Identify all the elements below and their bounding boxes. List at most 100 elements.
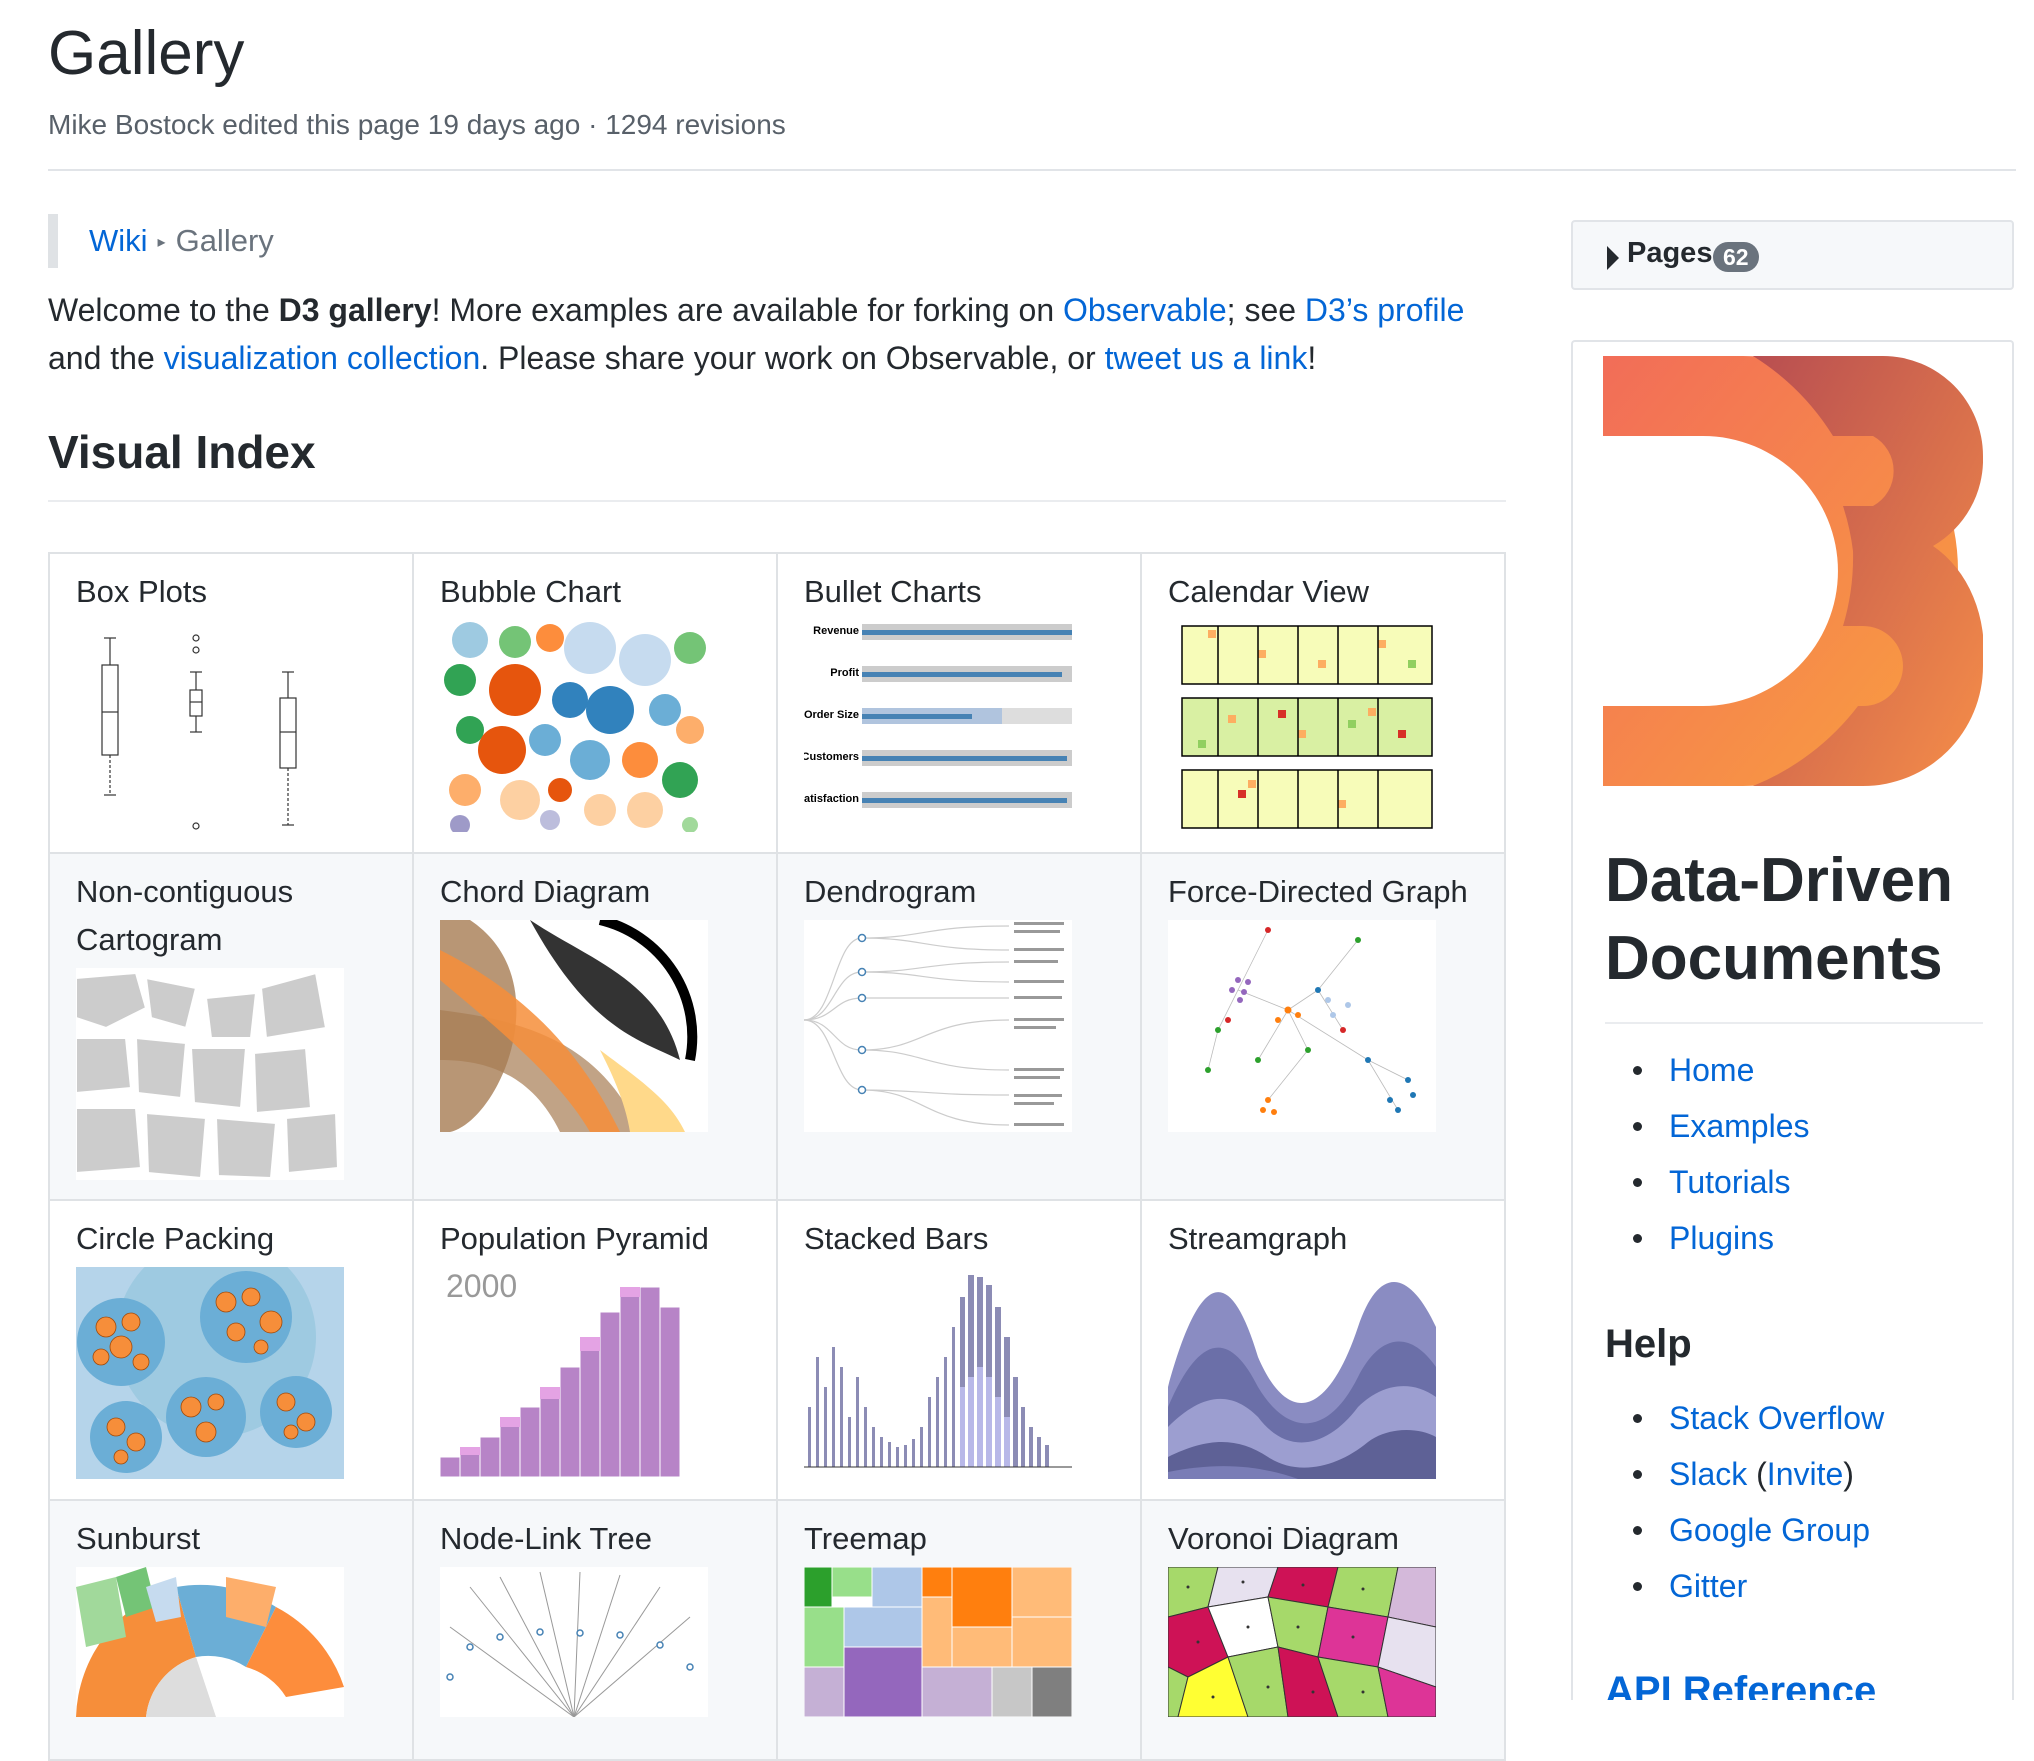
gallery-link-dendrogram[interactable]: Dendrogram	[804, 874, 976, 909]
gallery-cell: Circle Packing	[48, 1199, 414, 1501]
thumbnail-population-pyramid[interactable]: 2000	[440, 1267, 708, 1479]
gallery-cell: Calendar View	[1140, 552, 1506, 854]
slack-link[interactable]: Slack	[1669, 1456, 1747, 1492]
gallery-link-stacked-bars[interactable]: Stacked Bars	[804, 1221, 988, 1256]
page-title: Gallery	[48, 19, 245, 88]
sidebar-nav-item: Plugins	[1605, 1210, 2005, 1266]
gallery-link-box-plots[interactable]: Box Plots	[76, 574, 207, 609]
gallery-cell: Chord Diagram	[412, 852, 778, 1201]
gallery-link-node-link-tree[interactable]: Node-Link Tree	[440, 1521, 652, 1556]
pages-toggle[interactable]: Pages 62	[1571, 220, 2014, 290]
gallery-cell: Dendrogram	[776, 852, 1142, 1201]
home-link[interactable]: Home	[1669, 1052, 1754, 1088]
thumbnail-cartogram[interactable]	[76, 968, 344, 1180]
breadcrumb: Wiki ▸ Gallery	[48, 214, 1506, 268]
sidebar-brand-heading: Data-Driven Documents	[1605, 846, 1953, 993]
thumbnail-treemap[interactable]	[804, 1567, 1072, 1717]
gallery-link-force-directed-graph[interactable]: Force-Directed Graph	[1168, 874, 1468, 909]
gallery-link-voronoi-diagram[interactable]: Voronoi Diagram	[1168, 1521, 1399, 1556]
caret-right-icon	[1607, 246, 1619, 270]
intro-paragraph: Welcome to the D3 gallery! More examples…	[48, 286, 1506, 382]
gallery-cell: Stacked Bars	[776, 1199, 1142, 1501]
intro-bold: D3 gallery	[278, 292, 432, 328]
tweet-us-link[interactable]: tweet us a link	[1105, 340, 1308, 376]
pyramid-year-label: 2000	[446, 1268, 517, 1304]
bullet-label: Satisfaction	[804, 793, 859, 805]
d3-logo	[1603, 356, 1983, 786]
gallery-cell: Treemap	[776, 1499, 1142, 1761]
sidebar-divider	[1605, 1022, 1983, 1024]
pages-label: Pages	[1627, 237, 1713, 269]
invite-paren: )	[1843, 1456, 1854, 1492]
gallery-link-bullet-charts[interactable]: Bullet Charts	[804, 574, 981, 609]
gallery-cell: Streamgraph	[1140, 1199, 1506, 1501]
gallery-cell: Box Plots	[48, 552, 414, 854]
gallery-link-bubble-chart[interactable]: Bubble Chart	[440, 574, 621, 609]
gallery-cell: Population Pyramid 2000	[412, 1199, 778, 1501]
sidebar-nav-list: Home Examples Tutorials Plugins	[1605, 1042, 2005, 1266]
gallery-link-treemap[interactable]: Treemap	[804, 1521, 927, 1556]
help-list-item: Gitter	[1605, 1558, 2005, 1614]
sidebar-nav-item: Examples	[1605, 1098, 2005, 1154]
help-link-list: Stack Overflow Slack (Invite) Google Gro…	[1605, 1390, 2005, 1614]
gallery-cell: Non-contiguous Cartogram	[48, 852, 414, 1201]
wiki-page: Gallery Mike Bostock edited this page 19…	[0, 0, 2034, 1761]
intro-text: !	[1307, 340, 1317, 376]
api-reference-link[interactable]: API Reference	[1605, 1669, 1876, 1700]
thumbnail-bubble-chart[interactable]	[440, 620, 708, 832]
bullet-label: Customers	[804, 751, 859, 763]
thumbnail-voronoi-diagram[interactable]	[1168, 1567, 1436, 1717]
intro-text: ! More examples are available for forkin…	[431, 292, 1064, 328]
help-list-item: Slack (Invite)	[1605, 1446, 2005, 1502]
thumbnail-dendrogram[interactable]	[804, 920, 1072, 1132]
tutorials-link[interactable]: Tutorials	[1669, 1164, 1791, 1200]
gallery-link-chord-diagram[interactable]: Chord Diagram	[440, 874, 650, 909]
help-heading: Help	[1605, 1322, 1692, 1366]
intro-text: . Please share your work on Observable, …	[480, 340, 1105, 376]
wiki-body: Wiki ▸ Gallery Welcome to the D3 gallery! …	[48, 214, 1506, 502]
thumbnail-calendar-view[interactable]	[1168, 620, 1436, 832]
gallery-cell: Voronoi Diagram	[1140, 1499, 1506, 1761]
google-group-link[interactable]: Google Group	[1669, 1512, 1870, 1548]
visualization-collection-link[interactable]: visualization collection	[164, 340, 481, 376]
examples-link[interactable]: Examples	[1669, 1108, 1810, 1144]
gallery-link-cartogram[interactable]: Non-contiguous Cartogram	[76, 874, 293, 957]
gallery-link-calendar-view[interactable]: Calendar View	[1168, 574, 1369, 609]
header-divider	[48, 169, 2016, 171]
d3-profile-link[interactable]: D3’s profile	[1305, 292, 1464, 328]
wiki-header: Gallery Mike Bostock edited this page 19…	[48, 14, 2016, 142]
bullet-label: Order Size	[804, 709, 859, 721]
pages-count-badge: 62	[1713, 242, 1759, 272]
visual-index-heading: Visual Index	[48, 422, 1506, 502]
gallery-link-sunburst[interactable]: Sunburst	[76, 1521, 200, 1556]
observable-link[interactable]: Observable	[1063, 292, 1227, 328]
gallery-cell: Bubble Chart	[412, 552, 778, 854]
thumbnail-node-link-tree[interactable]	[440, 1567, 708, 1717]
slack-invite-link[interactable]: Invite	[1767, 1456, 1843, 1492]
intro-text: ; see	[1226, 292, 1305, 328]
sidebar-box: Data-Driven Documents Home Examples Tuto…	[1571, 340, 2014, 1700]
gitter-link[interactable]: Gitter	[1669, 1568, 1747, 1604]
thumbnail-force-directed-graph[interactable]	[1168, 920, 1436, 1132]
thumbnail-circle-packing[interactable]	[76, 1267, 344, 1479]
thumbnail-stacked-bars[interactable]	[804, 1267, 1072, 1479]
gallery-link-streamgraph[interactable]: Streamgraph	[1168, 1221, 1347, 1256]
thumbnail-box-plots[interactable]	[76, 620, 344, 832]
breadcrumb-separator: ▸	[157, 233, 166, 251]
gallery-link-population-pyramid[interactable]: Population Pyramid	[440, 1221, 709, 1256]
thumbnail-sunburst[interactable]	[76, 1567, 344, 1717]
intro-text: and the	[48, 340, 164, 376]
thumbnail-streamgraph[interactable]	[1168, 1267, 1436, 1479]
stack-overflow-link[interactable]: Stack Overflow	[1669, 1400, 1884, 1436]
thumbnail-bullet-charts[interactable]: Revenue Profit Order Size Customers Sati…	[804, 620, 1072, 832]
breadcrumb-wiki-link[interactable]: Wiki	[89, 223, 148, 258]
sidebar-nav-item: Tutorials	[1605, 1154, 2005, 1210]
breadcrumb-current: Gallery	[175, 223, 274, 258]
gallery-link-circle-packing[interactable]: Circle Packing	[76, 1221, 274, 1256]
gallery-cell: Node-Link Tree	[412, 1499, 778, 1761]
help-list-item: Google Group	[1605, 1502, 2005, 1558]
invite-paren: (	[1747, 1456, 1767, 1492]
plugins-link[interactable]: Plugins	[1669, 1220, 1774, 1256]
page-meta: Mike Bostock edited this page 19 days ag…	[48, 109, 786, 140]
thumbnail-chord-diagram[interactable]	[440, 920, 708, 1132]
